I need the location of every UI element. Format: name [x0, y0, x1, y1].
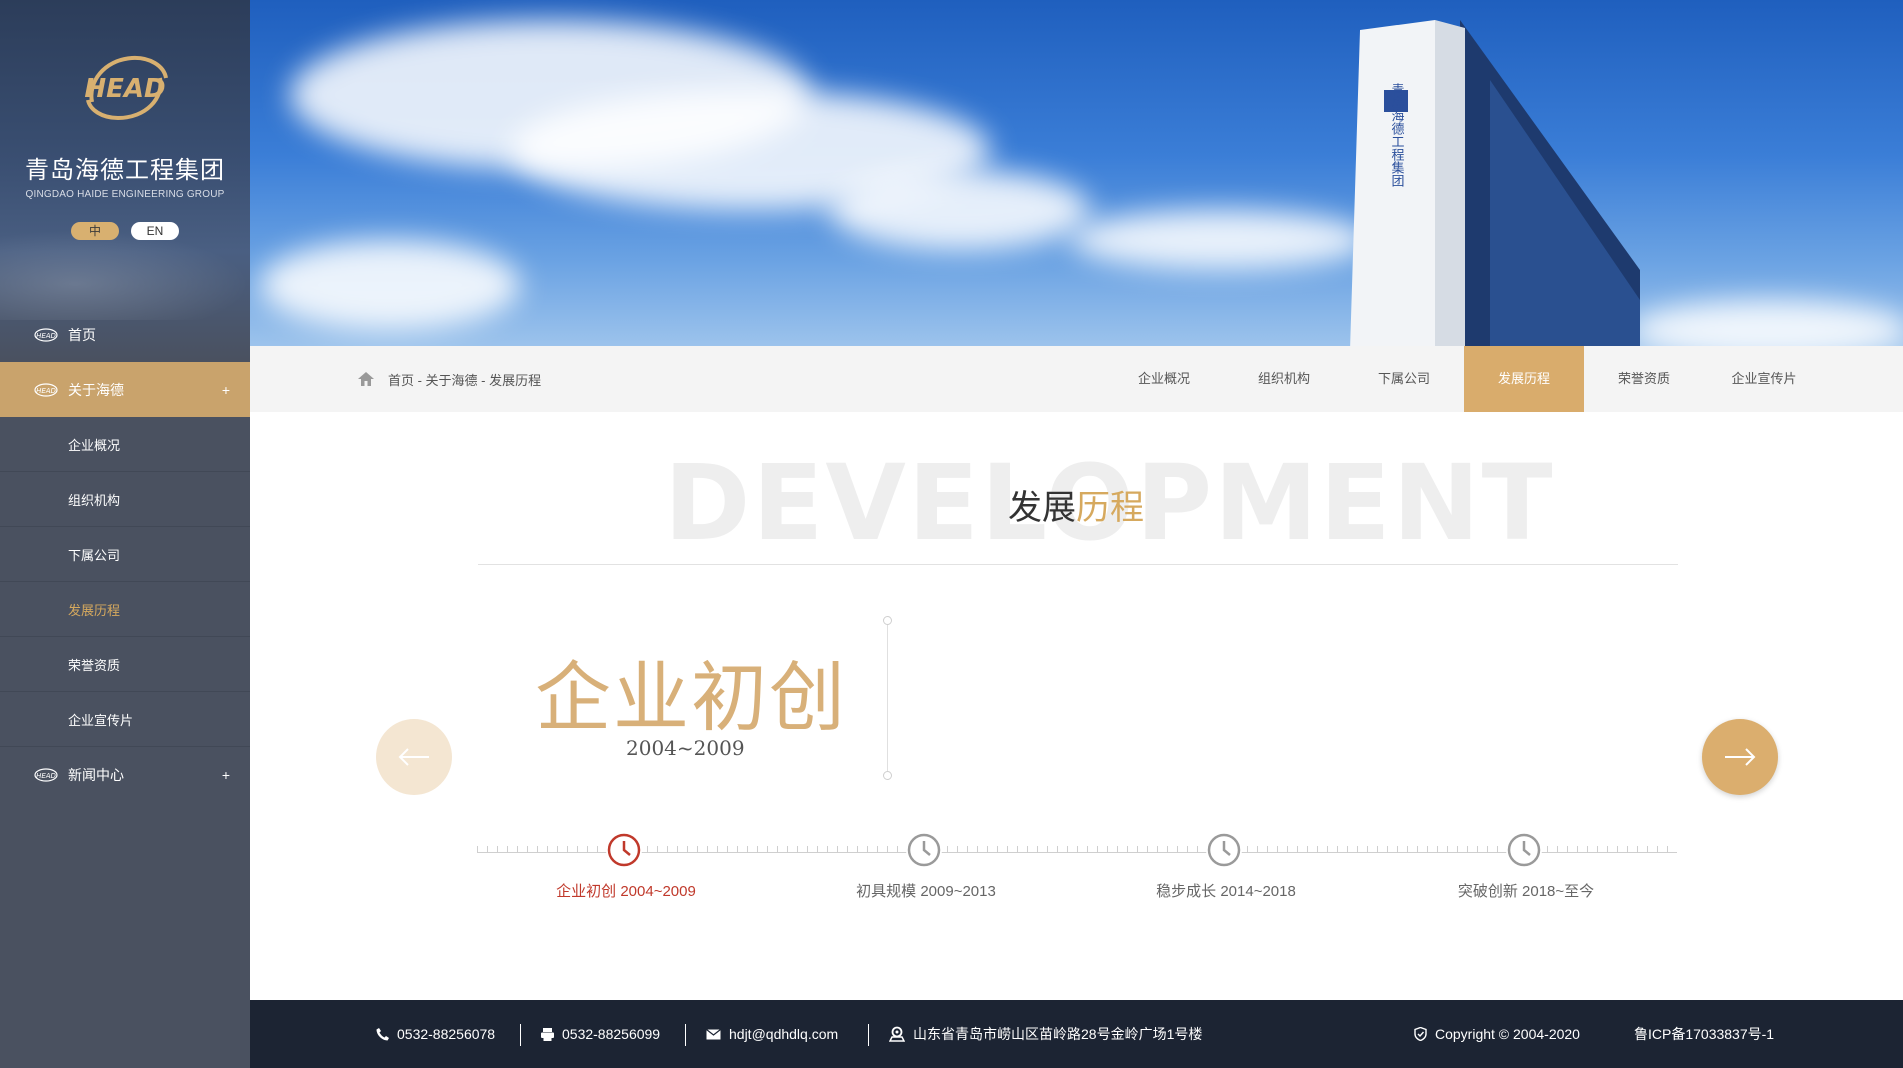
sidebar-subitem-history[interactable]: 发展历程	[0, 582, 250, 637]
tower-sign-text: 青岛海德工程集团	[1389, 83, 1405, 187]
brand-name-cn: 青岛海德工程集团	[25, 157, 225, 184]
lang-zh-button[interactable]: 中	[71, 222, 119, 240]
cloud-decoration	[1070, 210, 1370, 270]
svg-text:HEAD: HEAD	[36, 772, 56, 780]
svg-text:HEAD: HEAD	[36, 332, 56, 340]
next-stage-button[interactable]	[1702, 719, 1778, 795]
page-title: 发展历程	[1008, 480, 1144, 529]
head-mini-logo-icon: HEAD	[34, 327, 58, 342]
sidebar: HEAD 青岛海德工程集团 QINGDAO HAIDE ENGINEERING …	[0, 0, 250, 1068]
clock-icon	[1207, 833, 1241, 867]
sidebar-item-label: 新闻中心	[68, 766, 124, 783]
stage-vertical-divider	[887, 620, 888, 776]
plus-icon[interactable]: +	[222, 767, 230, 783]
arrow-right-icon	[1725, 748, 1756, 766]
brand-name-en: QINGDAO HAIDE ENGINEERING GROUP	[25, 189, 225, 200]
tab-history[interactable]: 发展历程	[1464, 346, 1584, 412]
footer-separator	[868, 1024, 869, 1046]
footer-copyright-text: Copyright © 2004-2020	[1435, 1026, 1580, 1042]
sidebar-subitem-subsidiaries[interactable]: 下属公司	[0, 527, 250, 582]
cloud-decoration	[830, 170, 1090, 250]
cloud-decoration	[1630, 300, 1903, 346]
footer-fax: 0532-88256099	[541, 1000, 660, 1068]
clock-icon	[607, 833, 641, 867]
section-tabs: 企业概况 组织机构 下属公司 发展历程 荣誉资质 企业宣传片	[1104, 346, 1824, 412]
hero-banner: 青岛海德工程集团	[250, 0, 1903, 346]
timeline-label-3[interactable]: 稳步成长 2014~2018	[1116, 880, 1336, 901]
plus-icon[interactable]: +	[222, 382, 230, 398]
footer: 0532-88256078 0532-88256099 hdjt@qdhdlq.…	[250, 1000, 1903, 1068]
footer-phone-text: 0532-88256078	[397, 1026, 496, 1042]
fax-icon	[541, 1027, 554, 1041]
footer-fax-text: 0532-88256099	[562, 1026, 661, 1042]
tab-promo-video[interactable]: 企业宣传片	[1704, 346, 1824, 412]
breadcrumb-text[interactable]: 首页 - 关于海德 - 发展历程	[388, 370, 541, 389]
prev-stage-button[interactable]	[376, 719, 452, 795]
head-mini-logo-icon: HEAD	[34, 767, 58, 782]
footer-separator	[685, 1024, 686, 1046]
phone-icon	[376, 1027, 389, 1041]
page-title-part-b: 历程	[1076, 489, 1144, 527]
history-timeline	[477, 832, 1677, 868]
tab-organization[interactable]: 组织机构	[1224, 346, 1344, 412]
footer-address-text: 山东省青岛市崂山区苗岭路28号金岭广场1号楼	[913, 1026, 1203, 1042]
sidebar-item-about[interactable]: HEAD 关于海德 +	[0, 362, 250, 417]
arrow-left-icon	[398, 748, 429, 766]
footer-icp-text: 鲁ICP备17033837号-1	[1634, 1026, 1775, 1042]
shield-icon	[1414, 1027, 1427, 1041]
sidebar-subitem-promo-video[interactable]: 企业宣传片	[0, 692, 250, 747]
timeline-label-1[interactable]: 企业初创 2004~2009	[516, 880, 736, 901]
sidebar-item-label: 首页	[68, 326, 96, 343]
footer-copyright: Copyright © 2004-2020	[1414, 1000, 1580, 1068]
cloud-decoration	[260, 240, 520, 330]
head-mini-logo-icon: HEAD	[34, 382, 58, 397]
sidebar-item-label: 关于海德	[68, 381, 124, 398]
head-logo-icon[interactable]: HEAD	[80, 52, 170, 124]
lang-en-button[interactable]: EN	[131, 222, 179, 240]
title-divider	[478, 564, 1678, 565]
footer-email[interactable]: hdjt@qdhdlq.com	[706, 1000, 838, 1068]
footer-icp[interactable]: 鲁ICP备17033837号-1	[1634, 1000, 1774, 1068]
timeline-node-4[interactable]	[1506, 832, 1542, 868]
stage-year-range: 2004~2009	[626, 736, 745, 760]
clock-icon	[1507, 833, 1541, 867]
sidebar-subitem-overview[interactable]: 企业概况	[0, 417, 250, 472]
stage-title: 企业初创	[535, 653, 847, 742]
tab-honors[interactable]: 荣誉资质	[1584, 346, 1704, 412]
timeline-node-1[interactable]	[606, 832, 642, 868]
breadcrumb: 首页 - 关于海德 - 发展历程	[358, 346, 541, 412]
tab-overview[interactable]: 企业概况	[1104, 346, 1224, 412]
timeline-baseline	[477, 852, 1677, 853]
divider-dot-bottom	[883, 771, 892, 780]
timeline-node-2[interactable]	[906, 832, 942, 868]
footer-address: 山东省青岛市崂山区苗岭路28号金岭广场1号楼	[889, 1000, 1202, 1068]
sidebar-item-news[interactable]: HEAD 新闻中心 +	[0, 747, 250, 802]
sidebar-subitem-honors[interactable]: 荣誉资质	[0, 637, 250, 692]
timeline-label-2[interactable]: 初具规模 2009~2013	[816, 880, 1036, 901]
sidebar-nav: HEAD 首页 HEAD 关于海德 + 企业概况 组织机构 下属公司 发展历程 …	[0, 307, 250, 802]
sidebar-subitem-organization[interactable]: 组织机构	[0, 472, 250, 527]
sidebar-item-home[interactable]: HEAD 首页	[0, 307, 250, 362]
logo-text: HEAD	[84, 74, 165, 104]
footer-phone: 0532-88256078	[376, 1000, 495, 1068]
footer-email-text: hdjt@qdhdlq.com	[729, 1026, 839, 1042]
clock-icon	[907, 833, 941, 867]
footer-separator	[520, 1024, 521, 1046]
language-switch: 中 EN	[0, 222, 250, 240]
sub-navigation-bar: 首页 - 关于海德 - 发展历程 企业概况 组织机构 下属公司 发展历程 荣誉资…	[250, 346, 1903, 412]
timeline-node-3[interactable]	[1206, 832, 1242, 868]
office-tower-image: 青岛海德工程集团	[1350, 20, 1640, 346]
tab-subsidiaries[interactable]: 下属公司	[1344, 346, 1464, 412]
divider-dot-top	[883, 616, 892, 625]
location-pin-icon	[889, 1026, 905, 1042]
timeline-label-4[interactable]: 突破创新 2018~至今	[1416, 880, 1636, 901]
svg-text:HEAD: HEAD	[36, 387, 56, 395]
email-icon	[706, 1028, 721, 1040]
home-icon[interactable]	[358, 372, 374, 386]
page-title-part-a: 发展	[1008, 489, 1076, 527]
brand-block: HEAD 青岛海德工程集团 QINGDAO HAIDE ENGINEERING …	[0, 52, 250, 240]
